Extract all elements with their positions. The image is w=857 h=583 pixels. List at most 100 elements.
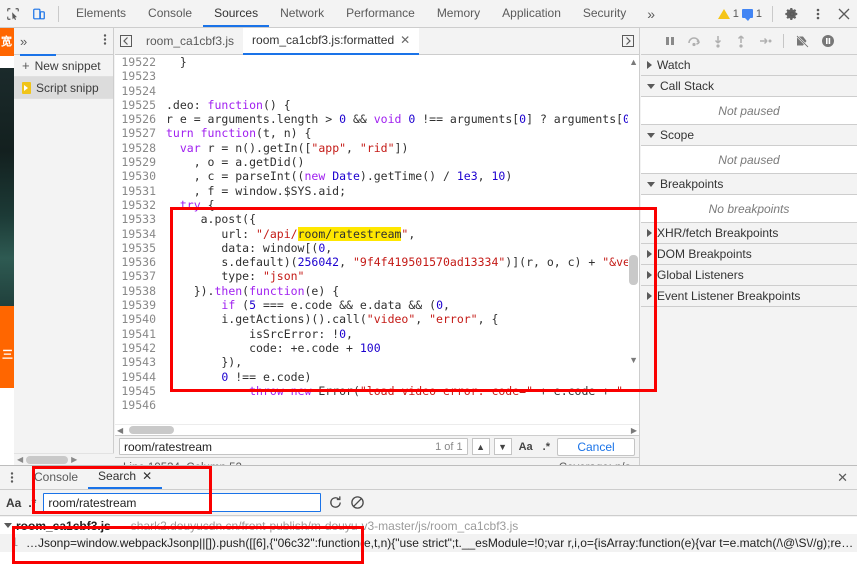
code-line[interactable]: 19546 [115, 398, 639, 413]
tab-performance[interactable]: Performance [335, 0, 426, 27]
chevron-down-icon[interactable] [647, 181, 655, 187]
search-result-file[interactable]: room_ca1cbf3.js — shark2.douyucdn.cn/fro… [0, 517, 857, 534]
editor-find-input[interactable]: room/ratestream 1 of 1 [119, 438, 468, 455]
tab-network[interactable]: Network [269, 0, 335, 27]
drawer-tab-search[interactable]: Search ✕ [88, 465, 163, 489]
code-line[interactable]: 19540 i.getActions)().call("video", "err… [115, 312, 639, 327]
line-number[interactable]: 19540 [115, 312, 162, 327]
code-hscroll-thumb[interactable] [129, 426, 174, 434]
tab-elements[interactable]: Elements [65, 0, 137, 27]
debugger-section-dom-breakpoints[interactable]: DOM Breakpoints [641, 244, 857, 265]
line-number[interactable]: 19543 [115, 355, 162, 370]
close-tab-icon[interactable]: ✕ [400, 27, 410, 54]
code-line[interactable]: 19531 , f = window.$SYS.aid; [115, 183, 639, 198]
chevron-right-icon[interactable] [647, 292, 652, 300]
code-scroll-right-icon[interactable]: ▶ [631, 426, 637, 435]
scroll-left-icon[interactable]: ◀ [14, 455, 26, 464]
drawer-kebab-icon[interactable] [0, 471, 24, 484]
search-result-match[interactable]: 1 …Jsonp=window.webpackJsonp||[]).push([… [0, 534, 857, 552]
file-tab-room-js[interactable]: room_ca1cbf3.js [137, 28, 243, 55]
step-over-icon[interactable] [687, 35, 701, 47]
find-regex-button[interactable]: .* [540, 441, 553, 453]
navigator-more-icon[interactable]: » [20, 34, 27, 49]
code-scroll-left-icon[interactable]: ◀ [117, 426, 123, 435]
close-devtools-icon[interactable] [831, 1, 857, 27]
scroll-right-icon[interactable]: ▶ [68, 455, 80, 464]
line-number[interactable]: 19535 [115, 240, 162, 256]
code-line[interactable]: 19541 isSrcError: !0, [115, 326, 639, 341]
code-line[interactable]: 19542 code: +e.code + 100 [115, 340, 639, 356]
expand-triangle-icon[interactable] [4, 523, 12, 528]
line-number[interactable]: 19525 [115, 97, 162, 113]
debugger-section-call-stack[interactable]: Call Stack [641, 76, 857, 97]
file-tab-room-js-formatted[interactable]: room_ca1cbf3.js:formatted ✕ [243, 27, 420, 55]
navigator-horizontal-scrollbar[interactable]: ◀ ▶ [14, 453, 114, 465]
line-number[interactable]: 19531 [115, 183, 162, 198]
code-vertical-scrollbar[interactable]: ▲ ▼ [628, 55, 639, 423]
code-line[interactable]: 19545 throw new Error("load video error:… [115, 383, 639, 399]
inspect-cursor-icon[interactable] [0, 1, 26, 27]
code-line[interactable]: 19526 r e = arguments.length > 0 && void … [115, 112, 639, 127]
drawer-tab-close-icon[interactable]: ✕ [142, 465, 152, 488]
line-number[interactable]: 19546 [115, 398, 162, 413]
line-number[interactable]: 19534 [115, 226, 162, 241]
step-icon[interactable] [758, 35, 772, 47]
tab-sources[interactable]: Sources [203, 0, 270, 27]
gear-icon[interactable] [779, 1, 805, 27]
code-line[interactable]: 19538 }).then(function(e) { [115, 283, 639, 299]
line-number[interactable]: 19542 [115, 340, 162, 356]
line-number[interactable]: 19522 [115, 55, 162, 70]
line-number[interactable]: 19530 [115, 169, 162, 184]
line-number[interactable]: 19537 [115, 269, 162, 284]
chevron-down-icon[interactable] [647, 132, 655, 138]
debugger-section-breakpoints[interactable]: Breakpoints [641, 174, 857, 195]
code-line[interactable]: 19525 .deo: function() { [115, 97, 639, 113]
script-snippet-item[interactable]: Script snipp [14, 77, 113, 99]
code-line[interactable]: 19532 try { [115, 197, 639, 213]
line-number[interactable]: 19541 [115, 326, 162, 341]
code-horizontal-scrollbar[interactable]: ◀ ▶ [115, 424, 639, 435]
code-line[interactable]: 19529 , o = a.getDid() [115, 155, 639, 170]
search-input[interactable]: room/ratestream [43, 493, 322, 512]
pause-resume-icon[interactable] [664, 35, 676, 47]
chevron-right-icon[interactable] [647, 271, 652, 279]
code-line[interactable]: 19539 if (5 === e.code && e.data && (0, [115, 298, 639, 313]
code-line[interactable]: 19534 url: "/api/room/ratestream", [115, 226, 639, 241]
new-snippet-button[interactable]: + New snippet [14, 55, 113, 77]
code-editor[interactable]: 19522 } 19523 19524 19525 .deo: function() {… [115, 55, 639, 435]
line-number[interactable]: 19524 [115, 83, 162, 98]
tab-memory[interactable]: Memory [426, 0, 491, 27]
line-number[interactable]: 19544 [115, 369, 162, 384]
chevron-right-icon[interactable] [647, 229, 652, 237]
code-line[interactable]: 19523 [115, 69, 639, 84]
next-tab-icon[interactable] [617, 35, 639, 47]
code-line[interactable]: 19544 0 !== e.code) [115, 369, 639, 384]
kebab-menu-icon[interactable] [805, 1, 831, 27]
line-number[interactable]: 19545 [115, 383, 162, 399]
debugger-section-scope[interactable]: Scope [641, 125, 857, 146]
code-line[interactable]: 19535 data: window[(0, [115, 240, 639, 256]
more-tabs-icon[interactable]: » [637, 6, 665, 22]
code-line[interactable]: 19533 a.post({ [115, 212, 639, 227]
code-scroll-down-icon[interactable]: ▼ [629, 355, 638, 365]
find-previous-button[interactable]: ▲ [471, 438, 490, 455]
line-number[interactable]: 19538 [115, 283, 162, 299]
debugger-section-xhr-fetch-breakpoints[interactable]: XHR/fetch Breakpoints [641, 223, 857, 244]
code-line[interactable]: 19530 , c = parseInt((new Date).getTime(… [115, 169, 639, 184]
chevron-down-icon[interactable] [647, 83, 655, 89]
line-number[interactable]: 19539 [115, 298, 162, 313]
line-number[interactable]: 19533 [115, 212, 162, 227]
line-number[interactable]: 19523 [115, 69, 162, 84]
refresh-icon[interactable] [328, 495, 343, 510]
issues-counters[interactable]: 1 1 [714, 8, 766, 21]
navigator-kebab-icon[interactable] [103, 33, 107, 49]
drawer-close-icon[interactable]: ✕ [828, 470, 857, 486]
search-match-case-button[interactable]: Aa [6, 496, 21, 510]
code-scroll-thumb[interactable] [629, 255, 638, 285]
code-line[interactable]: 19537 type: "json" [115, 269, 639, 284]
code-scroll-up-icon[interactable]: ▲ [629, 57, 638, 67]
pause-on-exceptions-icon[interactable] [821, 34, 835, 48]
deactivate-breakpoints-icon[interactable] [795, 34, 810, 48]
line-number[interactable]: 19529 [115, 155, 162, 170]
line-number[interactable]: 19526 [115, 112, 162, 127]
